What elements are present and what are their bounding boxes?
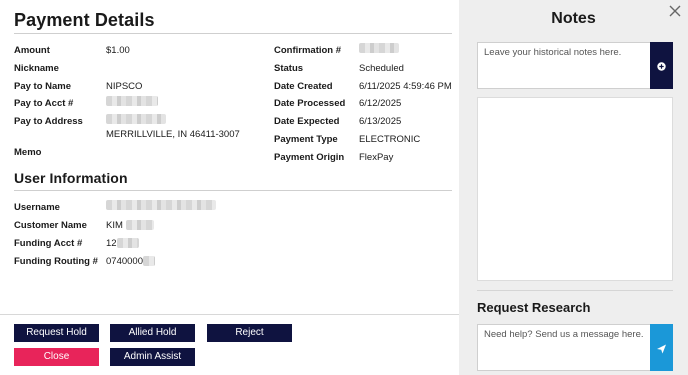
funding-acct-text: 12 bbox=[106, 238, 117, 249]
research-placeholder: Need help? Send us a message here. bbox=[484, 329, 644, 340]
pay-to-name-label: Pay to Name bbox=[14, 81, 72, 92]
memo-label: Memo bbox=[14, 147, 42, 158]
notes-placeholder: Leave your historical notes here. bbox=[484, 47, 622, 58]
payment-origin-label: Payment Origin bbox=[274, 152, 345, 163]
payment-panel bbox=[0, 0, 459, 375]
customer-name-value: KIM bbox=[106, 220, 154, 231]
pay-to-acct-label: Pay to Acct # bbox=[14, 98, 74, 109]
funding-acct-label: Funding Acct # bbox=[14, 238, 83, 249]
redacted-text bbox=[359, 43, 399, 54]
payment-type-label: Payment Type bbox=[274, 134, 338, 145]
date-expected-label: Date Expected bbox=[274, 116, 340, 127]
footer-divider bbox=[0, 314, 459, 315]
redacted-text bbox=[125, 220, 154, 231]
pay-to-name-value: NIPSCO bbox=[106, 81, 143, 92]
divider bbox=[14, 190, 452, 191]
pay-to-address-line2: MERRILLVILLE, IN 46411-3007 bbox=[106, 129, 240, 140]
close-icon[interactable] bbox=[668, 4, 682, 18]
request-research-title: Request Research bbox=[477, 300, 591, 315]
funding-routing-value: 0740000 bbox=[106, 256, 155, 267]
send-message-button[interactable] bbox=[650, 324, 673, 371]
status-value: Scheduled bbox=[359, 63, 404, 74]
payment-type-value: ELECTRONIC bbox=[359, 134, 421, 145]
divider bbox=[477, 290, 673, 291]
add-note-button[interactable] bbox=[650, 42, 673, 89]
reject-button[interactable]: Reject bbox=[207, 324, 292, 342]
user-information-title: User Information bbox=[14, 170, 128, 186]
amount-value: $1.00 bbox=[106, 45, 130, 56]
plus-circle-icon bbox=[657, 62, 666, 71]
notes-title: Notes bbox=[551, 10, 596, 27]
date-processed-label: Date Processed bbox=[274, 98, 346, 109]
customer-name-text: KIM bbox=[106, 220, 123, 231]
username-label: Username bbox=[14, 202, 60, 213]
admin-assist-button[interactable]: Admin Assist bbox=[110, 348, 195, 366]
pay-to-acct-value bbox=[106, 96, 158, 107]
send-icon bbox=[657, 344, 666, 354]
request-hold-button[interactable]: Request Hold bbox=[14, 324, 99, 342]
redacted-text bbox=[116, 238, 139, 249]
amount-label: Amount bbox=[14, 45, 50, 56]
date-created-label: Date Created bbox=[274, 81, 333, 92]
redacted-text bbox=[106, 96, 158, 107]
funding-routing-label: Funding Routing # bbox=[14, 256, 98, 267]
redacted-text bbox=[106, 114, 166, 125]
notes-list bbox=[477, 97, 673, 281]
redacted-text bbox=[142, 256, 155, 267]
funding-acct-value: 12 bbox=[106, 238, 139, 249]
nickname-label: Nickname bbox=[14, 63, 59, 74]
date-processed-value: 6/12/2025 bbox=[359, 98, 402, 109]
redacted-text bbox=[106, 200, 216, 211]
pay-to-address-line1 bbox=[106, 114, 166, 125]
divider bbox=[14, 33, 452, 34]
payment-details-title: Payment Details bbox=[14, 10, 155, 30]
customer-name-label: Customer Name bbox=[14, 220, 87, 231]
allied-hold-button[interactable]: Allied Hold bbox=[110, 324, 195, 342]
confirmation-value bbox=[359, 43, 399, 54]
date-expected-value: 6/13/2025 bbox=[359, 116, 402, 127]
close-button[interactable]: Close bbox=[14, 348, 99, 366]
funding-routing-text: 0740000 bbox=[106, 256, 143, 267]
username-value bbox=[106, 200, 216, 211]
date-created-value: 6/11/2025 4:59:46 PM bbox=[359, 81, 452, 92]
status-label: Status bbox=[274, 63, 304, 74]
payment-origin-value: FlexPay bbox=[359, 152, 394, 163]
pay-to-address-label: Pay to Address bbox=[14, 116, 83, 127]
confirmation-label: Confirmation # bbox=[274, 45, 342, 56]
